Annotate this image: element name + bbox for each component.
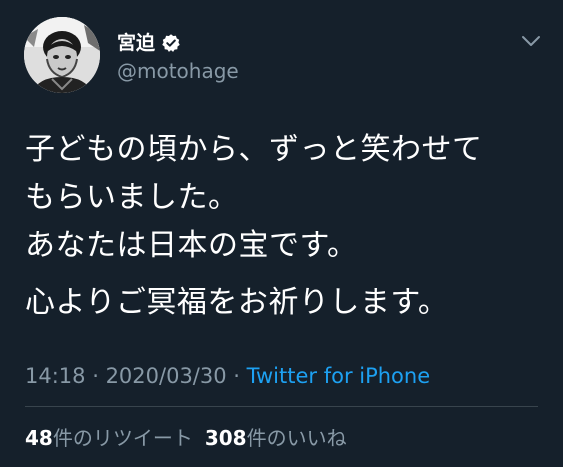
tweet-source-link[interactable]: Twitter for iPhone	[247, 364, 431, 388]
retweets-label: 件のリツイート	[52, 426, 193, 450]
avatar[interactable]	[24, 17, 100, 93]
author-handle[interactable]: @motohage	[117, 58, 239, 84]
author-name-row[interactable]: 宮迫	[117, 30, 181, 56]
tweet-stats: 48件のリツイート 308件のいいね	[25, 424, 347, 452]
tweet-time[interactable]: 14:18	[25, 364, 86, 388]
likes-stat[interactable]: 308件のいいね	[205, 426, 347, 450]
retweets-stat[interactable]: 48件のリツイート	[25, 426, 193, 450]
tweet-card: 宮迫 @motohage 子どもの頃から、ずっと笑わせて もらいました。 あなた…	[0, 0, 563, 467]
likes-count: 308	[204, 426, 247, 450]
meta-separator: ·	[226, 364, 247, 388]
likes-label: 件のいいね	[246, 426, 347, 450]
tweet-text-line: 心よりご冥福をお祈りします。	[25, 285, 449, 320]
tweet-text-line: もらいました。	[25, 180, 239, 215]
tweet-text-line: あなたは日本の宝です。	[25, 228, 358, 263]
meta-separator: ·	[85, 364, 106, 388]
chevron-down-icon[interactable]	[520, 34, 542, 48]
tweet-date[interactable]: 2020/03/30	[106, 364, 227, 388]
tweet-meta: 14:18 · 2020/03/30 · Twitter for iPhone	[25, 362, 430, 390]
divider	[25, 406, 538, 407]
verified-badge-icon	[162, 34, 180, 52]
tweet-text-line: 子どもの頃から、ずっと笑わせて	[25, 132, 483, 167]
avatar-portrait-icon	[24, 17, 100, 93]
retweets-count: 48	[25, 426, 53, 450]
display-name[interactable]: 宮迫	[117, 30, 155, 56]
